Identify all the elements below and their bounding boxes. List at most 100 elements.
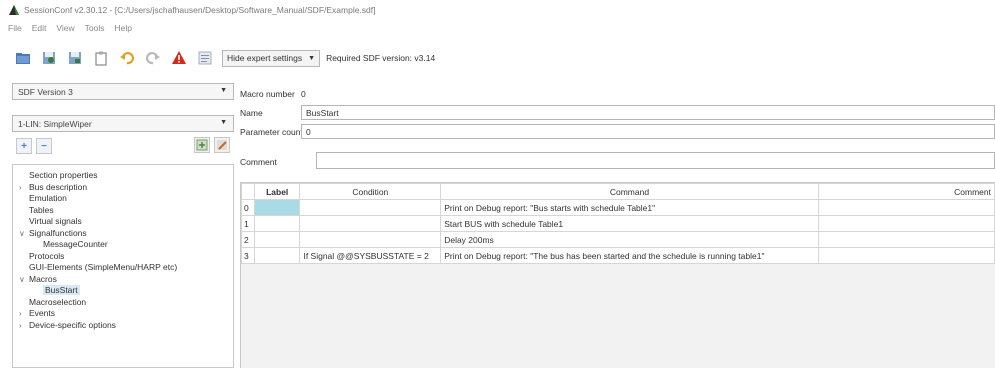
table-row[interactable]: 0 Print on Debug report: "Bus starts with… [241,199,995,216]
tree-item[interactable]: MessageCounter [13,239,233,251]
command-cell[interactable]: Delay 200ms [440,231,819,248]
right-panel: Macro number 0 Name BusStart Parameter c… [240,80,995,368]
menu-view[interactable]: View [56,23,74,33]
comment-cell[interactable] [817,199,995,216]
command-cell[interactable]: Print on Debug report: "Bus starts with … [440,199,819,216]
comment-cell[interactable] [817,215,995,232]
left-panel: SDF Version 3 ▼ 1-LIN: SimpleWiper ▼ + −… [12,80,234,368]
condition-cell[interactable] [299,231,442,248]
undo-icon[interactable] [118,49,136,67]
tree-item[interactable]: Tables [13,205,233,217]
tree-item[interactable]: Section properties [13,170,233,182]
tree-item-label: GUI-Elements (SimpleMenu/HARP etc) [29,262,178,272]
row-number[interactable]: 0 [241,199,255,216]
table-body: 0 Print on Debug report: "Bus starts with… [241,199,995,264]
save-as-icon[interactable] [66,49,84,67]
table-row[interactable]: 3 If Signal @@SYSBUSSTATE = 2 Print on Deb… [241,247,995,264]
chevron-down-icon: ▼ [220,119,227,126]
tree-item[interactable]: GUI-Elements (SimpleMenu/HARP etc) [13,262,233,274]
chevron-right-icon[interactable]: › [19,182,22,194]
row-number[interactable]: 2 [241,231,255,248]
tree-item[interactable]: Virtual signals [13,216,233,228]
name-field[interactable]: BusStart [301,105,995,120]
condition-cell[interactable] [299,215,442,232]
condition-cell[interactable]: If Signal @@SYSBUSSTATE = 2 [299,247,442,264]
tree-item-label: Protocols [29,250,65,261]
command-cell[interactable]: Start BUS with schedule Table1 [440,215,819,232]
column-header-comment[interactable]: Comment [817,183,995,200]
tree-item[interactable]: › Bus description [13,182,233,194]
column-header-command[interactable]: Command [440,183,819,200]
pencil-icon [217,140,227,150]
comment-cell[interactable] [817,231,995,248]
tree-item[interactable]: ∨ Macros [13,274,233,286]
window-title: SessionConf v2.30.12 - [C:/Users/jschafh… [24,5,376,15]
label-cell[interactable] [253,215,301,232]
table-row[interactable]: 2 Delay 200ms [241,231,995,248]
edit-button[interactable] [214,137,230,153]
clipboard-icon[interactable] [92,49,110,67]
comment-label: Comment [240,157,277,167]
sdf-version-select[interactable]: SDF Version 3 ▼ [12,83,234,100]
row-number[interactable]: 3 [241,247,255,264]
chevron-down-icon[interactable]: ∨ [19,274,25,286]
menu-file[interactable]: File [8,23,22,33]
macro-commands-table: Label Condition Command Comment 0 Print o… [241,183,995,264]
remove-button[interactable]: − [36,138,52,154]
condition-cell[interactable] [299,199,442,216]
column-header-label[interactable]: Label [253,183,301,200]
macro-number-label: Macro number [240,89,295,99]
warning-icon[interactable] [170,49,188,67]
tree-item-label: Macros [29,273,57,284]
list-icon[interactable] [196,49,214,67]
redo-icon[interactable] [144,49,162,67]
chevron-right-icon[interactable]: › [19,308,22,320]
tree-item-label: Events [29,308,55,318]
menu-bar: File Edit View Tools Help [0,20,995,36]
open-folder-icon[interactable] [14,49,32,67]
tree-item-label: Section properties [29,170,98,180]
comment-field[interactable] [316,152,995,169]
expert-settings-select[interactable]: Hide expert settings ▼ [222,49,321,67]
label-cell[interactable] [253,199,301,216]
chevron-down-icon[interactable]: ∨ [19,228,25,240]
title-bar: SessionConf v2.30.12 - [C:/Users/jschafh… [0,0,995,20]
table-settings-icon [196,139,208,151]
macro-number-value: 0 [301,89,306,99]
tree-item[interactable]: BusStart [13,285,233,297]
tree-item-label: Bus description [29,181,88,192]
tree-item[interactable]: Protocols [13,251,233,263]
comment-cell[interactable] [817,247,995,264]
settings-button[interactable] [194,137,210,153]
tree-item[interactable]: › Device-specific options [13,320,233,332]
parameter-count-field[interactable]: 0 [301,124,995,139]
table-header-row: Label Condition Command Comment [241,183,995,200]
tree-item[interactable]: Macroselection [13,297,233,309]
column-header-condition[interactable]: Condition [299,183,442,200]
tree-item-label: BusStart [43,285,80,295]
minus-icon: − [41,140,47,152]
add-button[interactable]: + [16,138,32,154]
table-row[interactable]: 1 Start BUS with schedule Table1 [241,215,995,232]
tree-item-label: Tables [29,204,54,215]
label-cell[interactable] [253,247,301,264]
tree-item-label: Device-specific options [29,319,116,330]
parameter-count-label: Parameter count [240,127,303,137]
name-label: Name [240,108,263,118]
required-sdf-version: Required SDF version: v3.14 [326,53,436,63]
menu-help[interactable]: Help [114,23,131,33]
command-cell[interactable]: Print on Debug report: "The bus has been… [440,247,819,264]
tree-item[interactable]: Emulation [13,193,233,205]
lin-channel-select[interactable]: 1-LIN: SimpleWiper ▼ [12,115,234,132]
menu-edit[interactable]: Edit [32,23,47,33]
tree-item-label: Macroselection [29,296,87,307]
tree-item[interactable]: › Events [13,308,233,320]
row-number[interactable]: 1 [241,215,255,232]
menu-tools[interactable]: Tools [85,23,105,33]
chevron-right-icon[interactable]: › [19,320,22,332]
save-icon[interactable] [40,49,58,67]
row-number-header [241,183,255,200]
tree-item-label: Virtual signals [29,216,82,226]
label-cell[interactable] [253,231,301,248]
tree-item[interactable]: ∨ Signalfunctions [13,228,233,240]
